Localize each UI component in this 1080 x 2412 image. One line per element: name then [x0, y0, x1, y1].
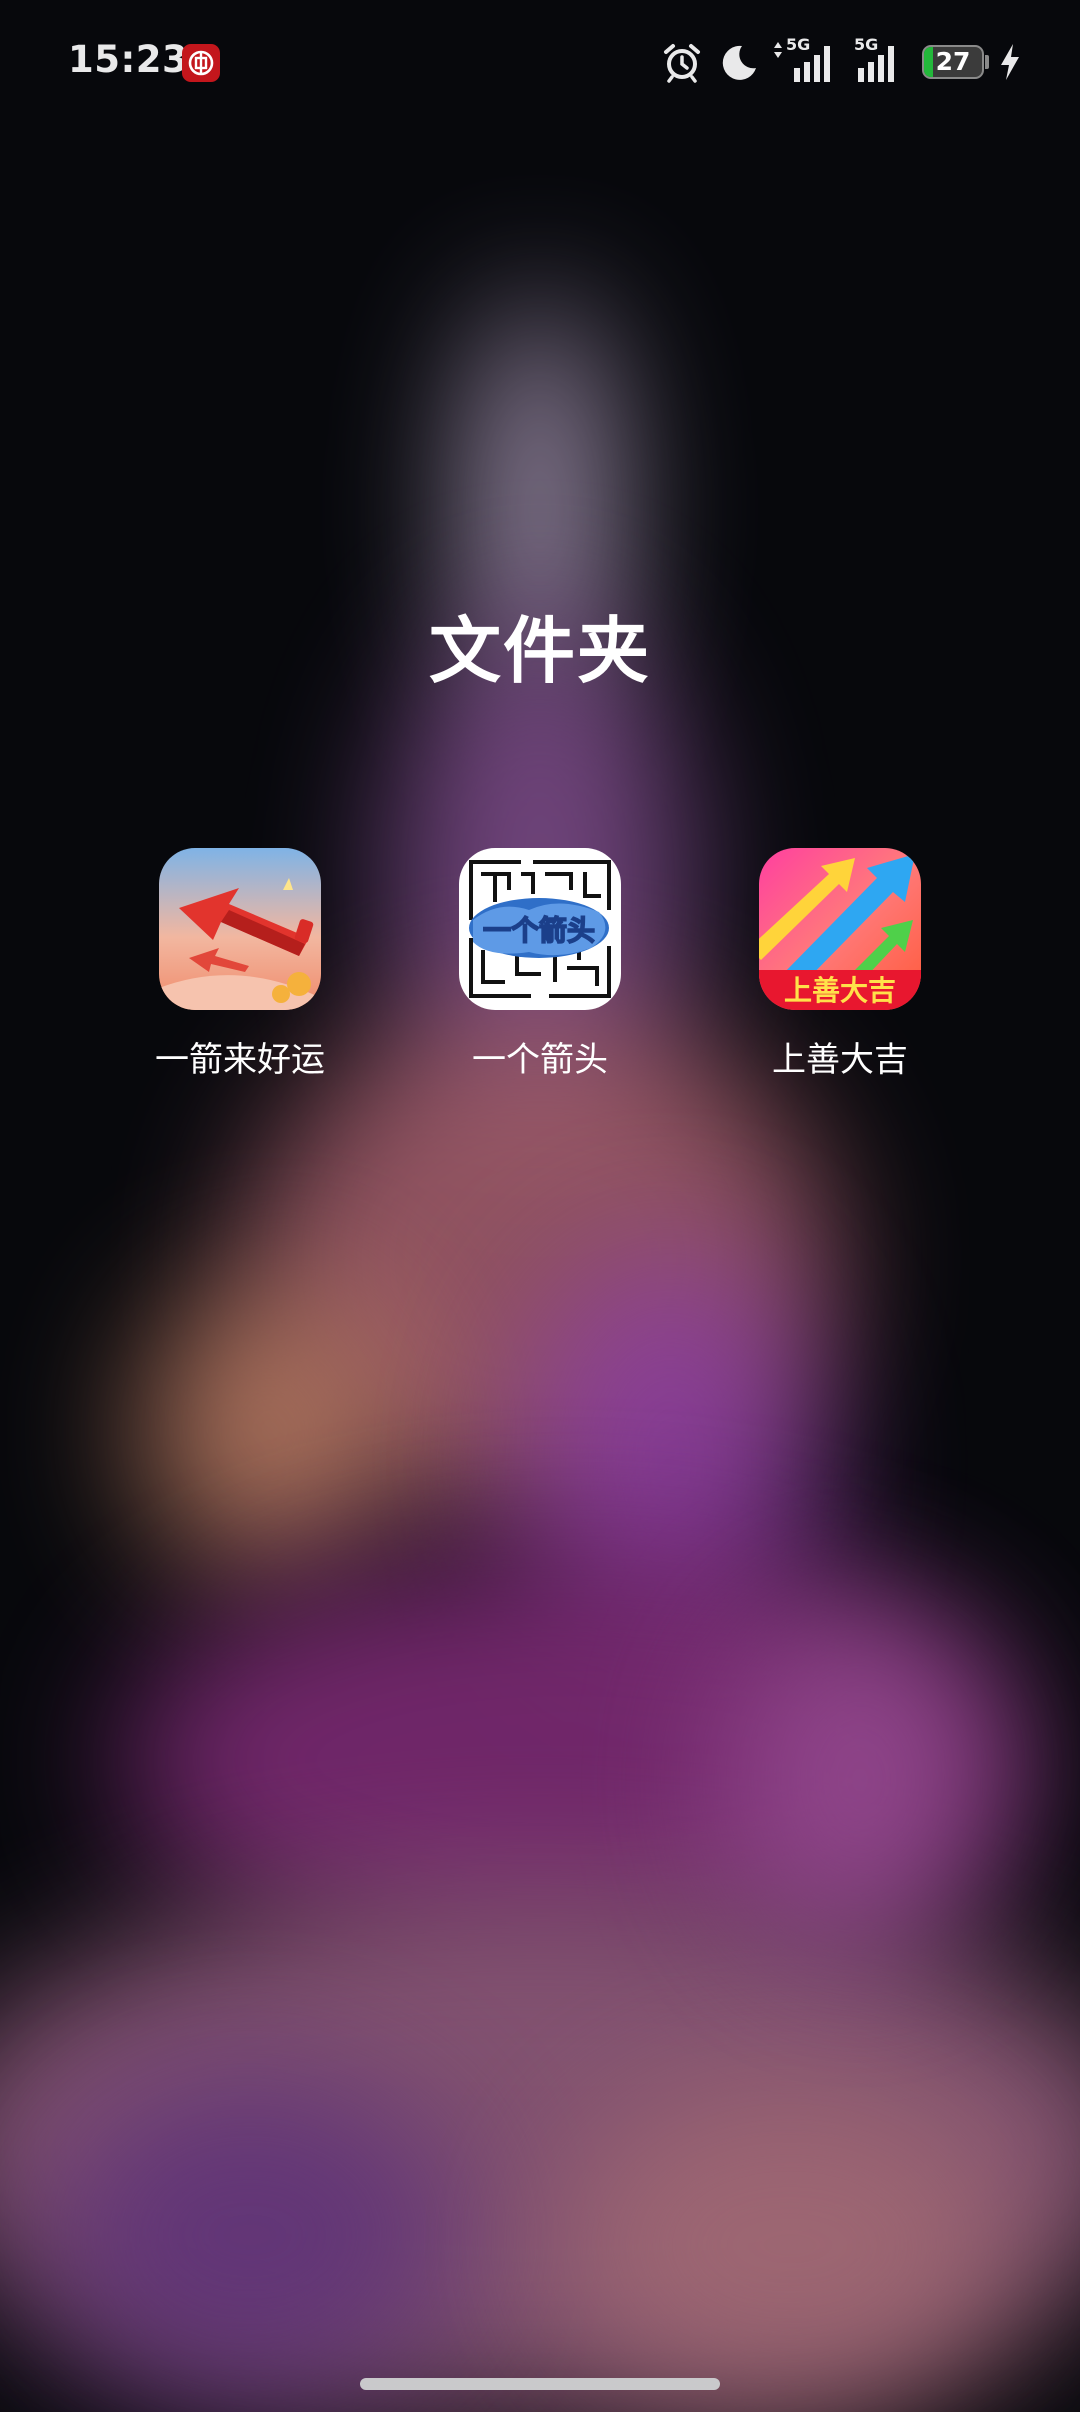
- app-shangshan-daji[interactable]: 上善大吉 上善大吉: [720, 848, 960, 1081]
- arrow-maze-app-icon[interactable]: 一个箭头: [459, 848, 621, 1010]
- battery-percent: 27: [935, 47, 971, 76]
- clock: 15:23: [68, 38, 189, 81]
- home-screen-folder-view: 15:23 5G 5G 27 文件夹 一箭来好运 一个箭头 一个箭头 上善大吉 …: [0, 0, 1080, 2412]
- signal-5g-icon: [774, 42, 830, 82]
- app-label: 上善大吉: [772, 1040, 908, 1080]
- red-arrow-luck-app-icon[interactable]: [159, 848, 321, 1010]
- app-label: 一箭来好运: [155, 1040, 325, 1080]
- app-yige-jiantou[interactable]: 一个箭头 一个箭头: [420, 848, 660, 1081]
- battery-icon: 27: [922, 45, 984, 79]
- app-yijian-laihaoyun[interactable]: 一箭来好运: [120, 848, 360, 1081]
- battery-cap: [985, 55, 989, 69]
- status-bar: 15:23 5G 5G 27: [0, 0, 1080, 124]
- charging-icon: [1001, 44, 1019, 80]
- folder-title[interactable]: 文件夹: [0, 592, 1080, 697]
- do-not-disturb-moon-icon: [722, 45, 756, 80]
- signal-5g-icon: [858, 46, 894, 82]
- bank-notification-icon: [182, 44, 220, 82]
- app-label: 一个箭头: [472, 1040, 608, 1080]
- alarm-icon: [664, 44, 700, 83]
- app-icon-text: 一个箭头: [483, 914, 595, 947]
- app-icon-text: 上善大吉: [784, 974, 896, 1007]
- blurred-wallpaper: [0, 0, 1080, 2412]
- rising-arrows-app-icon[interactable]: 上善大吉: [759, 848, 921, 1010]
- home-indicator-bar[interactable]: [360, 2378, 720, 2390]
